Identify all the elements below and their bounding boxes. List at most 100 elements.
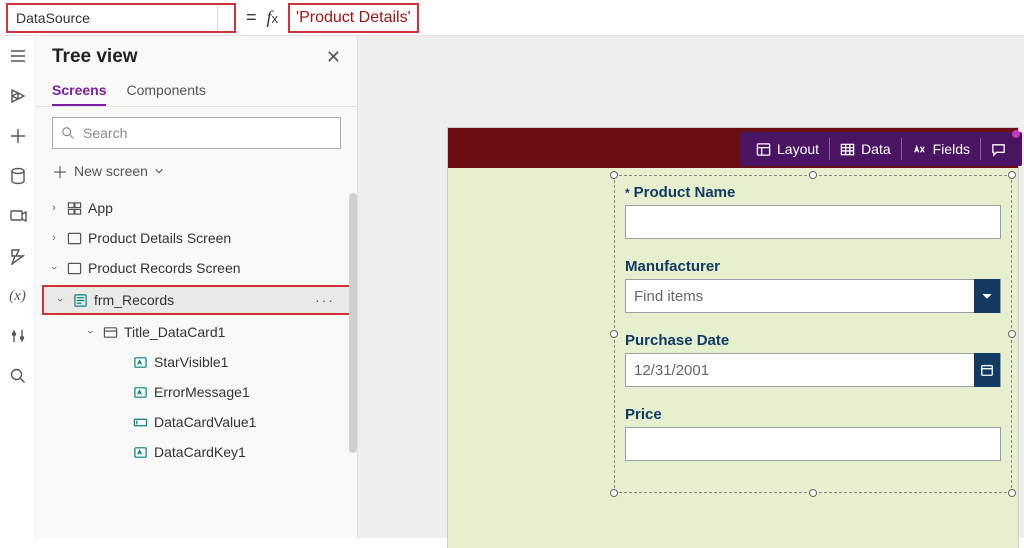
tree-item-label: Title_DataCard1 <box>124 324 225 340</box>
field-price: Price <box>625 406 1001 461</box>
close-icon[interactable]: ✕ <box>326 47 341 68</box>
tree-view-icon[interactable] <box>8 86 28 106</box>
purchase-date-value: 12/31/2001 <box>634 362 709 379</box>
caret-down-icon: › <box>84 326 96 338</box>
tree-item-product-records-screen[interactable]: › Product Records Screen <box>36 253 357 283</box>
label-icon <box>132 384 148 400</box>
tree-item-label: Product Details Screen <box>88 230 231 246</box>
tab-screens[interactable]: Screens <box>52 76 106 106</box>
notification-dot-icon <box>1012 130 1020 138</box>
tree-item-label: StarVisible1 <box>154 354 228 370</box>
power-automate-icon[interactable] <box>8 246 28 266</box>
tree-body: › App › Product Details Screen › Product… <box>36 193 357 538</box>
manufacturer-placeholder: Find items <box>634 288 703 305</box>
chat-icon <box>991 142 1006 157</box>
tree-item-label: DataCardValue1 <box>154 414 256 430</box>
tree-item-label: DataCardKey1 <box>154 444 246 460</box>
price-input[interactable] <box>625 427 1001 461</box>
tab-components[interactable]: Components <box>126 76 205 106</box>
formula-expression: 'Product Details' <box>296 9 411 27</box>
tree-item-datacardvalue[interactable]: DataCardValue1 <box>36 407 357 437</box>
toolbar-fields-label: Fields <box>933 141 970 157</box>
product-name-input[interactable] <box>625 205 1001 239</box>
equals-label: = <box>246 7 257 28</box>
field-product-name: * Product Name <box>625 184 1001 239</box>
data-icon[interactable] <box>8 166 28 186</box>
fields-icon <box>912 142 927 157</box>
tree-item-label: frm_Records <box>94 292 174 308</box>
tree-item-product-details-screen[interactable]: › Product Details Screen <box>36 223 357 253</box>
label-icon <box>132 354 148 370</box>
tree-view-tabs: Screens Components <box>36 76 357 107</box>
media-icon[interactable] <box>8 206 28 226</box>
toolbar-layout-button[interactable]: Layout <box>746 132 829 166</box>
formula-bar: DataSource = fx 'Product Details' <box>0 0 1024 36</box>
toolbar-layout-label: Layout <box>777 141 819 157</box>
data-grid-icon <box>840 142 855 157</box>
purchase-date-label: Purchase Date <box>625 332 1001 349</box>
left-nav-rail: (x) <box>0 36 36 538</box>
property-dropdown[interactable]: DataSource <box>6 3 236 33</box>
tree-item-label: App <box>88 200 113 216</box>
product-name-label: * Product Name <box>625 184 1001 201</box>
more-options-icon[interactable]: ··· <box>315 292 335 308</box>
chevron-down-icon <box>154 166 164 176</box>
search-placeholder: Search <box>83 125 127 141</box>
toolbar-ideas-button[interactable] <box>981 132 1016 166</box>
field-manufacturer: Manufacturer Find items <box>625 258 1001 313</box>
tree-view-title: Tree view <box>52 46 138 68</box>
required-star-icon: * <box>625 186 630 200</box>
search-icon <box>61 126 75 140</box>
toolbar-data-button[interactable]: Data <box>830 132 901 166</box>
tree-item-datacardkey[interactable]: DataCardKey1 <box>36 437 357 467</box>
caret-down-icon: › <box>54 294 66 306</box>
canvas[interactable]: Layout Data Fields <box>358 36 1024 538</box>
form-selection[interactable]: * Product Name Manufacturer Find items P… <box>614 175 1012 493</box>
property-dropdown-value: DataSource <box>16 10 90 26</box>
tree-item-app[interactable]: › App <box>36 193 357 223</box>
insert-icon[interactable] <box>8 126 28 146</box>
chevron-down-icon <box>217 5 226 31</box>
tree-item-title-datacard[interactable]: › Title_DataCard1 <box>36 317 357 347</box>
manufacturer-combobox[interactable]: Find items <box>625 279 1001 313</box>
screen-icon <box>66 230 82 246</box>
tree-view-panel: Tree view ✕ Screens Components Search ＋ … <box>36 36 358 538</box>
field-purchase-date: Purchase Date 12/31/2001 <box>625 332 1001 387</box>
manufacturer-label: Manufacturer <box>625 258 1001 275</box>
layout-icon <box>756 142 771 157</box>
form-context-toolbar: Layout Data Fields <box>740 132 1022 166</box>
formula-input[interactable]: 'Product Details' <box>288 3 419 33</box>
advanced-tools-icon[interactable] <box>8 326 28 346</box>
caret-right-icon: › <box>48 232 60 244</box>
caret-right-icon: › <box>48 202 60 214</box>
screen-icon <box>66 260 82 276</box>
plus-icon: ＋ <box>52 159 68 183</box>
hamburger-icon[interactable] <box>8 46 28 66</box>
purchase-date-picker[interactable]: 12/31/2001 <box>625 353 1001 387</box>
search-rail-icon[interactable] <box>8 366 28 386</box>
tree-item-frm-records[interactable]: › frm_Records ··· <box>42 285 351 315</box>
textinput-icon <box>132 414 148 430</box>
calendar-icon[interactable] <box>974 353 1000 387</box>
tree-item-starvisible[interactable]: StarVisible1 <box>36 347 357 377</box>
fx-icon[interactable]: fx <box>267 7 279 28</box>
label-icon <box>132 444 148 460</box>
scrollbar[interactable] <box>349 193 357 453</box>
app-screen[interactable]: Layout Data Fields <box>448 128 1018 548</box>
toolbar-fields-button[interactable]: Fields <box>902 132 980 166</box>
tree-item-label: ErrorMessage1 <box>154 384 250 400</box>
app-icon <box>66 200 82 216</box>
chevron-down-icon[interactable] <box>974 279 1000 313</box>
card-icon <box>102 324 118 340</box>
new-screen-button[interactable]: ＋ New screen <box>36 155 357 193</box>
form-icon <box>72 292 88 308</box>
caret-down-icon: › <box>48 262 60 274</box>
screen-header: Layout Data Fields <box>448 128 1018 168</box>
new-screen-label: New screen <box>74 163 148 179</box>
toolbar-data-label: Data <box>861 141 891 157</box>
tree-item-label: Product Records Screen <box>88 260 241 276</box>
price-label: Price <box>625 406 1001 423</box>
tree-item-errormessage[interactable]: ErrorMessage1 <box>36 377 357 407</box>
search-input[interactable]: Search <box>52 117 341 149</box>
variables-icon[interactable]: (x) <box>8 286 28 306</box>
